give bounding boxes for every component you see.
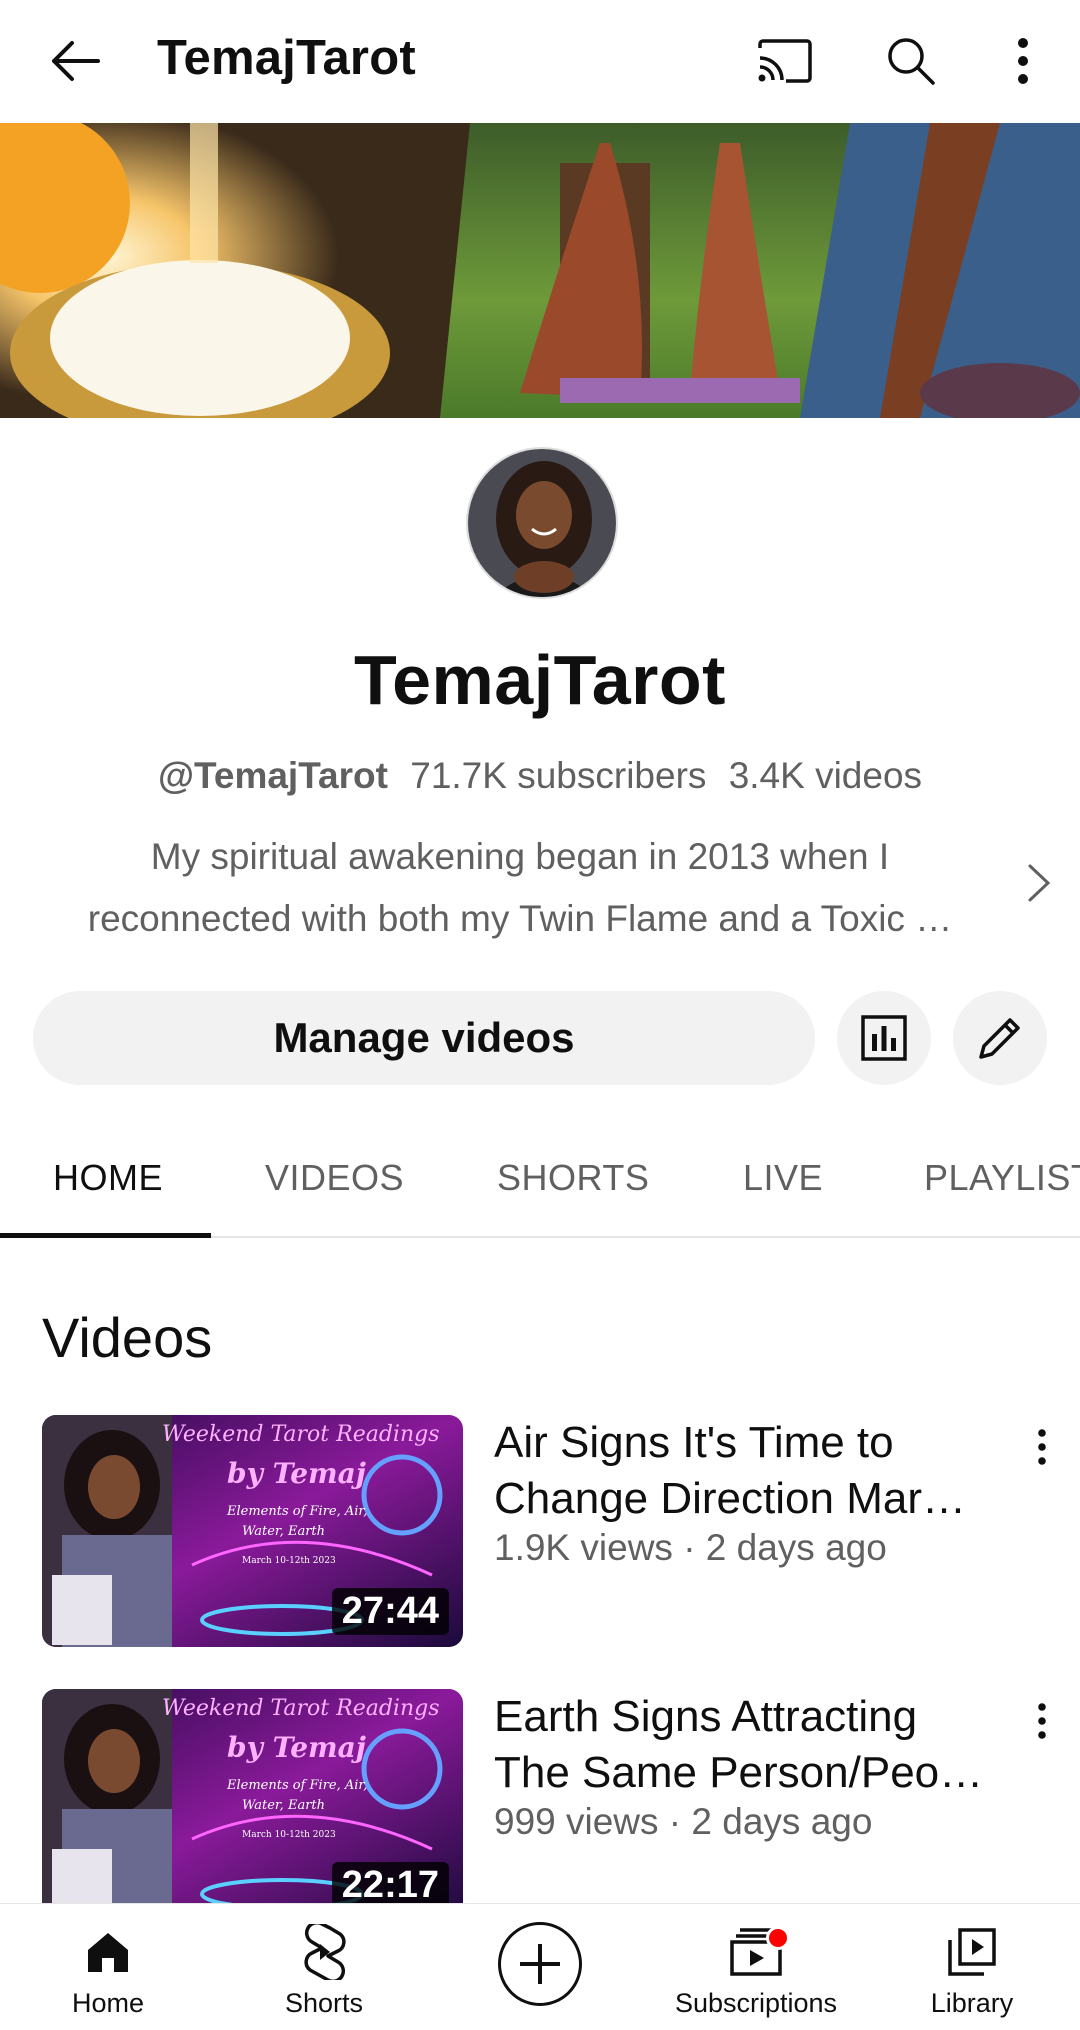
video-item[interactable]: Weekend Tarot Readings by Temaj Elements…: [0, 1415, 1080, 1650]
nav-shorts[interactable]: Shorts: [224, 1904, 424, 2030]
thumb-title-text: Weekend Tarot Readings: [162, 1696, 440, 1721]
nav-home[interactable]: Home: [8, 1904, 208, 2030]
more-vert-icon: [1038, 1703, 1046, 1739]
analytics-icon: [861, 1015, 907, 1061]
home-icon: [88, 1933, 128, 1972]
channel-tabs: HOME VIDEOS SHORTS LIVE PLAYLISTS: [0, 1120, 1080, 1238]
cast-button[interactable]: [750, 26, 820, 96]
description-line-2: reconnected with both my Twin Flame and …: [87, 898, 953, 939]
thumb-subtitle-text: by Temaj: [227, 1731, 366, 1764]
notification-dot: [766, 1926, 790, 1950]
create-button[interactable]: [498, 1922, 582, 2006]
nav-home-label: Home: [71, 1988, 145, 2018]
nav-subscriptions-label: Subscriptions: [674, 1988, 838, 2018]
tab-home[interactable]: HOME: [53, 1120, 163, 1236]
video-count: 3.4K videos: [728, 755, 923, 796]
channel-description[interactable]: My spiritual awakening began in 2013 whe…: [30, 826, 1010, 950]
thumb-elements-text-2: Water, Earth: [242, 1524, 325, 1539]
library-icon: [948, 1928, 996, 1976]
video-title-line-1: Air Signs It's Time to: [494, 1418, 894, 1467]
edit-pencil-icon: [979, 1018, 1020, 1059]
video-more-button[interactable]: [1022, 1703, 1062, 1747]
video-duration: 22:17: [331, 1862, 449, 1909]
page-title: TemajTarot: [157, 31, 416, 85]
active-tab-indicator: [0, 1233, 211, 1238]
tab-shorts[interactable]: SHORTS: [497, 1120, 649, 1236]
video-thumbnail[interactable]: Weekend Tarot Readings by Temaj Elements…: [42, 1415, 463, 1647]
avatar-image: [468, 449, 616, 597]
search-icon: [888, 38, 935, 85]
thumb-date-text: March 10-12th 2023: [242, 1830, 336, 1840]
search-button[interactable]: [876, 26, 946, 96]
more-vert-icon: [1018, 38, 1028, 84]
arrow-left-icon: [52, 41, 100, 81]
nav-shorts-label: Shorts: [284, 1988, 364, 2018]
video-title[interactable]: Earth Signs Attracting The Same Person/P…: [494, 1689, 1004, 1801]
video-more-button[interactable]: [1022, 1429, 1062, 1473]
video-meta: 999 views · 2 days ago: [494, 1801, 873, 1842]
channel-handle: @TemajTarot: [157, 755, 388, 796]
thumb-elements-text: Elements of Fire, Air,: [226, 1778, 367, 1793]
edit-channel-button[interactable]: [953, 991, 1047, 1085]
banner-image: [0, 123, 1080, 418]
section-title-videos: Videos: [42, 1306, 213, 1369]
plus-circle-icon: [520, 1944, 560, 1984]
subscriber-count: 71.7K subscribers: [410, 755, 707, 796]
nav-library[interactable]: Library: [872, 1904, 1072, 2030]
video-thumbnail[interactable]: Weekend Tarot Readings by Temaj Elements…: [42, 1689, 463, 1921]
more-vert-icon: [1038, 1429, 1046, 1465]
analytics-button[interactable]: [837, 991, 931, 1085]
cast-icon: [758, 39, 812, 83]
thumb-date-text: March 10-12th 2023: [242, 1556, 336, 1566]
tab-videos[interactable]: VIDEOS: [265, 1120, 404, 1236]
description-line-1: My spiritual awakening began in 2013 whe…: [150, 836, 890, 877]
tab-playlists[interactable]: PLAYLISTS: [924, 1120, 1080, 1236]
video-duration: 27:44: [331, 1588, 449, 1635]
channel-banner: [0, 123, 1080, 418]
back-button[interactable]: [40, 28, 110, 94]
tab-live[interactable]: LIVE: [743, 1120, 823, 1236]
video-meta: 1.9K views · 2 days ago: [494, 1527, 887, 1568]
thumb-elements-text: Elements of Fire, Air,: [226, 1504, 367, 1519]
thumb-subtitle-text: by Temaj: [227, 1457, 366, 1490]
nav-subscriptions[interactable]: Subscriptions: [656, 1904, 856, 2030]
nav-library-label: Library: [930, 1988, 1014, 2018]
video-title-line-2: The Same Person/Peo…: [494, 1748, 984, 1797]
manage-videos-button[interactable]: Manage videos: [33, 991, 815, 1085]
channel-name: TemajTarot: [354, 641, 726, 719]
video-title-line-2: Change Direction Mar…: [494, 1474, 966, 1523]
channel-avatar[interactable]: [466, 447, 618, 599]
thumb-title-text: Weekend Tarot Readings: [162, 1422, 440, 1447]
video-title[interactable]: Air Signs It's Time to Change Direction …: [494, 1415, 1004, 1527]
more-options-button[interactable]: [988, 26, 1058, 96]
channel-meta: @TemajTarot 71.7K subscribers 3.4K video…: [0, 755, 1080, 797]
top-app-bar: TemajTarot: [0, 0, 1080, 123]
thumb-elements-text-2: Water, Earth: [242, 1798, 325, 1813]
description-expand-button[interactable]: [1020, 860, 1056, 906]
video-title-line-1: Earth Signs Attracting: [494, 1692, 918, 1741]
shorts-icon: [304, 1924, 346, 1980]
chevron-right-icon: [1028, 864, 1051, 902]
video-item[interactable]: Weekend Tarot Readings by Temaj Elements…: [0, 1689, 1080, 1924]
